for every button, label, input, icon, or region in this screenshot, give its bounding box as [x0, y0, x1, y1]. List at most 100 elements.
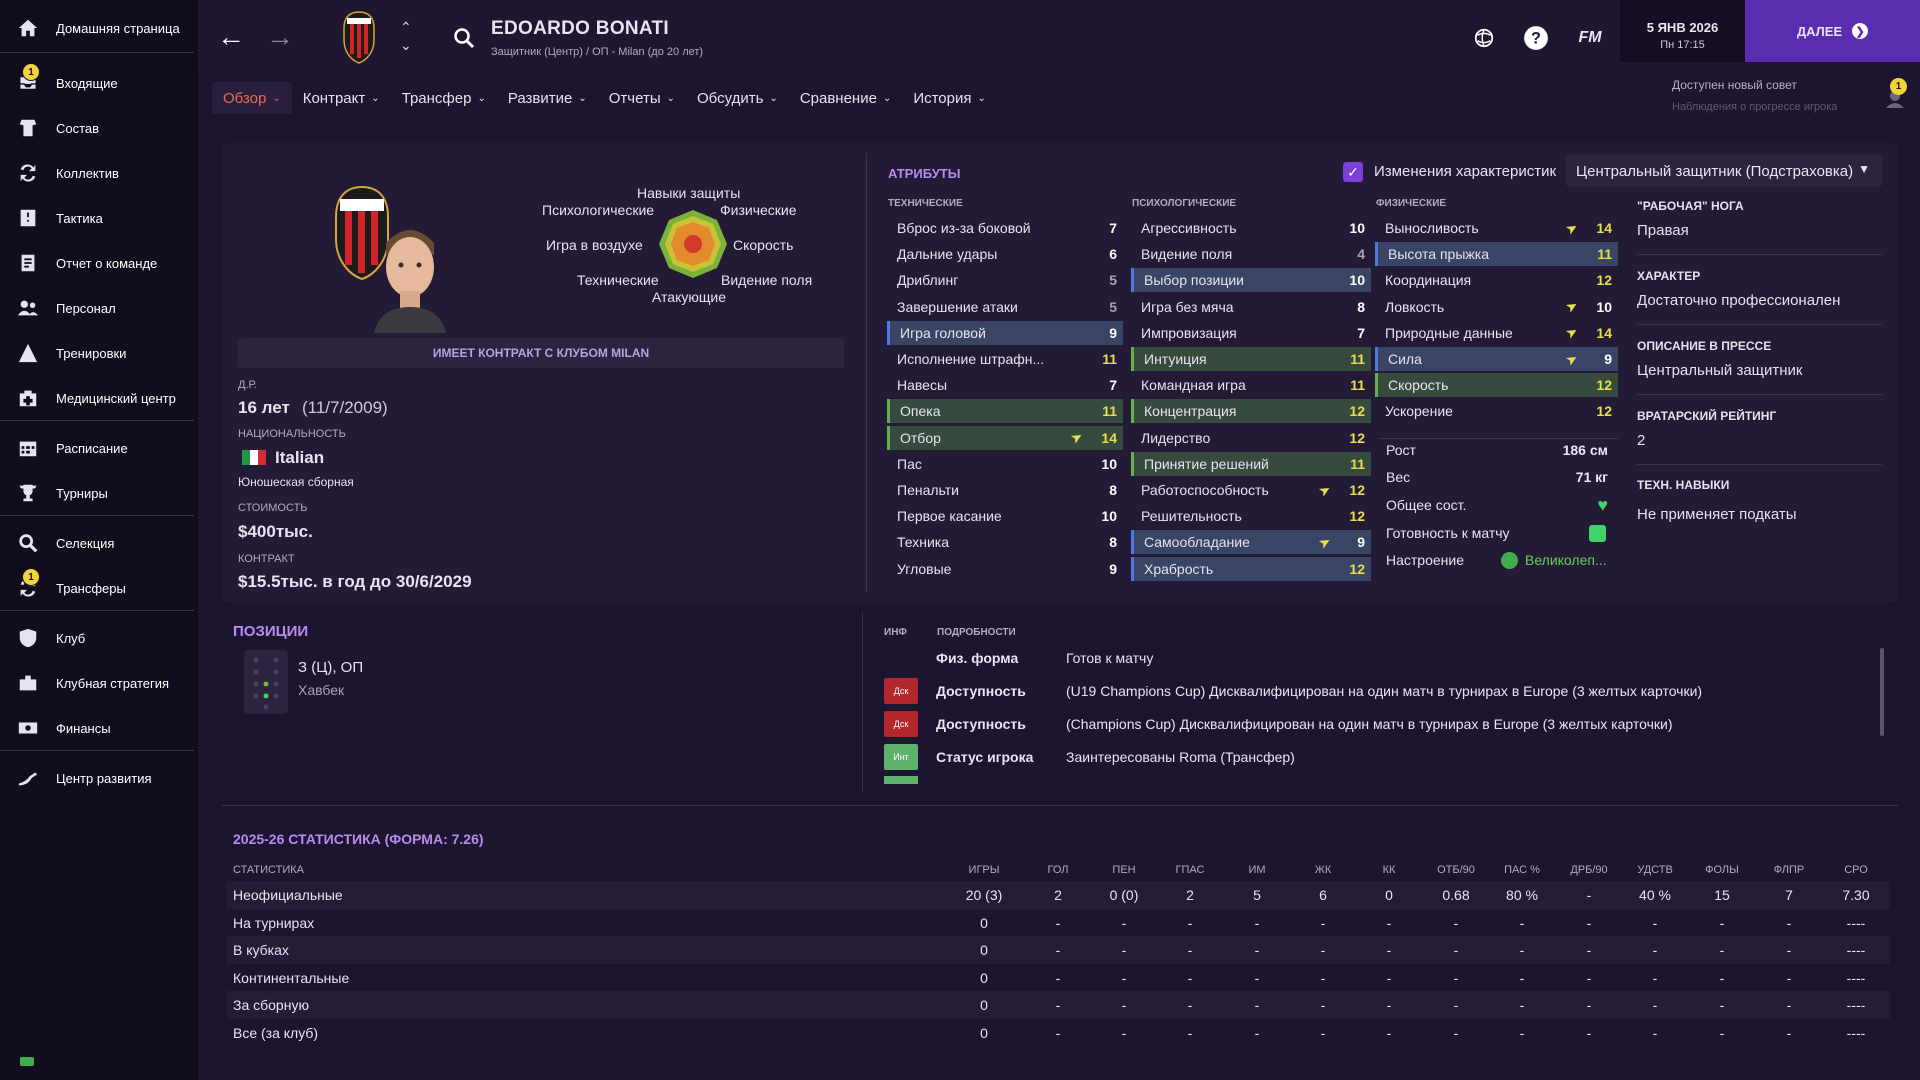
attribute-row[interactable]: Ускорение 12: [1375, 399, 1618, 423]
stats-column-header[interactable]: ФЛПР: [1759, 864, 1819, 876]
globe-icon[interactable]: [1470, 24, 1498, 52]
sidebar-item-development[interactable]: Центр развития: [0, 758, 198, 798]
attribute-row[interactable]: Принятие решений 11: [1131, 451, 1371, 476]
attribute-row[interactable]: Выносливость ➤ 14: [1375, 216, 1618, 240]
stats-column-header[interactable]: ФОЛЫ: [1692, 864, 1752, 876]
details-row[interactable]: Дск Доступность (Champions Cup) Дисквалифи…: [880, 708, 1878, 740]
stats-column-header[interactable]: ПАС %: [1492, 864, 1552, 876]
search-icon[interactable]: [452, 26, 476, 50]
sidebar-item-calendar[interactable]: Расписание: [0, 428, 198, 468]
tab-0[interactable]: Обзор ⌄: [212, 82, 292, 114]
tab-4[interactable]: Отчеты ⌄: [598, 82, 686, 114]
attribute-row[interactable]: Опека 11: [887, 399, 1123, 424]
tab-7[interactable]: История ⌄: [902, 82, 997, 114]
attribute-row[interactable]: Координация 12: [1375, 268, 1618, 292]
attribute-row[interactable]: Техника 8: [887, 530, 1123, 554]
stats-column-header[interactable]: ИГРЫ: [954, 864, 1014, 876]
sidebar-item-report[interactable]: Отчет о команде: [0, 243, 198, 283]
attribute-row[interactable]: Игра без мяча 8: [1131, 295, 1371, 319]
attribute-changes-checkbox[interactable]: ✓: [1343, 162, 1363, 182]
stats-row[interactable]: В кубках 0- - - - - - - - - - - - ----: [226, 936, 1890, 964]
stats-row[interactable]: На турнирах 0- - - - - - - - - - - - ----: [226, 909, 1890, 937]
attribute-row[interactable]: Скорость 12: [1375, 373, 1618, 398]
attribute-row[interactable]: Отбор ➤ 14: [887, 425, 1123, 450]
tab-6[interactable]: Сравнение ⌄: [789, 82, 903, 114]
attribute-row[interactable]: Агрессивность 10: [1131, 216, 1371, 240]
attribute-row[interactable]: Природные данные ➤ 14: [1375, 321, 1618, 345]
stats-column-header[interactable]: ПЕН: [1094, 864, 1154, 876]
continue-button[interactable]: ДАЛЕЕ ❯: [1745, 0, 1920, 62]
player-nationality[interactable]: Italian: [275, 448, 324, 468]
stats-column-header[interactable]: ИМ: [1227, 864, 1287, 876]
stats-column-header[interactable]: ГОЛ: [1028, 864, 1088, 876]
sidebar-item-staff[interactable]: Персонал: [0, 288, 198, 328]
stats-column-header[interactable]: КК: [1359, 864, 1419, 876]
help-icon[interactable]: ?: [1522, 24, 1550, 52]
attribute-row[interactable]: Работоспособность ➤ 12: [1131, 478, 1371, 502]
stats-column-header[interactable]: СРО: [1826, 864, 1886, 876]
attribute-row[interactable]: Ловкость ➤ 10: [1375, 295, 1618, 319]
stats-column-header[interactable]: ДРБ/90: [1559, 864, 1619, 876]
attribute-row[interactable]: Пас 10: [887, 452, 1123, 476]
advice-notice[interactable]: Доступен новый совет: [1672, 78, 1797, 92]
tab-2[interactable]: Трансфер ⌄: [391, 82, 497, 114]
attribute-row[interactable]: Лидерство 12: [1131, 426, 1371, 450]
stats-column-header[interactable]: УДСТВ: [1625, 864, 1685, 876]
attribute-row[interactable]: Командная игра 11: [1131, 373, 1371, 397]
role-dropdown[interactable]: Центральный защитник (Подстраховка) ▼: [1566, 155, 1882, 187]
tab-1[interactable]: Контракт ⌄: [292, 82, 391, 114]
details-row[interactable]: Инт Статус игрока Заинтересованы Roma (Тра…: [880, 741, 1878, 773]
advisor-icon[interactable]: 1: [1884, 78, 1907, 108]
attribute-row[interactable]: Угловые 9: [887, 557, 1123, 581]
sidebar-item-medical[interactable]: Медицинский центр: [0, 378, 198, 418]
sidebar-item-scouting[interactable]: Селекция: [0, 523, 198, 563]
sidebar-item-tactics[interactable]: Тактика: [0, 198, 198, 238]
sidebar-item-trophy[interactable]: Турниры: [0, 473, 198, 513]
tab-3[interactable]: Развитие ⌄: [497, 82, 598, 114]
sidebar-item-transfers[interactable]: 1 Трансферы: [0, 568, 198, 608]
position-pitch-icon[interactable]: [244, 650, 288, 714]
sidebar-item-strategy[interactable]: Клубная стратегия: [0, 663, 198, 703]
stats-row[interactable]: Все (за клуб) 0- - - - - - - - - - - - ----: [226, 1019, 1890, 1047]
attribute-row[interactable]: Игра головой 9: [887, 320, 1123, 345]
details-row[interactable]: Физ. форма Готов к матчу: [880, 642, 1878, 674]
sidebar-item-home[interactable]: Домашняя страница: [0, 8, 198, 48]
details-scrollbar[interactable]: [1880, 648, 1884, 736]
sidebar-item-inbox[interactable]: 1 Входящие: [0, 63, 198, 103]
sidebar-item-dynamics[interactable]: Коллектив: [0, 153, 198, 193]
stats-row[interactable]: Континентальные 0- - - - - - - - - - - - ----: [226, 964, 1890, 992]
attribute-row[interactable]: Завершение атаки 5: [887, 295, 1123, 319]
attribute-row[interactable]: Исполнение штрафн... 11: [887, 347, 1123, 371]
attribute-row[interactable]: Навесы 7: [887, 373, 1123, 397]
attribute-row[interactable]: Видение поля 4: [1131, 242, 1371, 266]
forward-arrow-icon[interactable]: →: [265, 22, 295, 52]
sidebar-item-training[interactable]: Тренировки: [0, 333, 198, 373]
sidebar-item-club[interactable]: Клуб: [0, 618, 198, 658]
attribute-row[interactable]: Самообладание ➤ 9: [1131, 530, 1371, 555]
fm-logo[interactable]: FM: [1576, 24, 1604, 52]
attribute-row[interactable]: Интуиция 11: [1131, 347, 1371, 371]
attribute-row[interactable]: Высота прыжка 11: [1375, 242, 1618, 267]
attribute-row[interactable]: Концентрация 12: [1131, 399, 1371, 424]
player-up-down-icon[interactable]: ⌃ ⌄: [400, 18, 412, 54]
attribute-row[interactable]: Дальние удары 6: [887, 242, 1123, 266]
attribute-row[interactable]: Храбрость 12: [1131, 556, 1371, 581]
attribute-row[interactable]: Решительность 12: [1131, 504, 1371, 528]
attribute-row[interactable]: Пенальти 8: [887, 478, 1123, 502]
date-box[interactable]: 5 ЯНВ 2026 Пн 17:15: [1620, 0, 1745, 62]
stats-row[interactable]: За сборную 0- - - - - - - - - - - - ----: [226, 991, 1890, 1019]
stats-column-header[interactable]: ОТБ/90: [1426, 864, 1486, 876]
attribute-row[interactable]: Выбор позиции 10: [1131, 268, 1371, 293]
tab-5[interactable]: Обсудить ⌄: [686, 82, 789, 114]
stats-row[interactable]: Неофициальные 20 (3) 2 0 (0) 2 5 6 0 0.68 80 % - 40…: [226, 881, 1890, 909]
attribute-row[interactable]: Импровизация 7: [1131, 321, 1371, 345]
sidebar-item-squad[interactable]: Состав: [0, 108, 198, 148]
attribute-row[interactable]: Сила ➤ 9: [1375, 347, 1618, 371]
stats-column-header[interactable]: ГПАС: [1160, 864, 1220, 876]
back-arrow-icon[interactable]: ←: [216, 22, 246, 52]
club-crest-icon[interactable]: [341, 10, 377, 64]
attribute-row[interactable]: Дриблинг 5: [887, 268, 1123, 292]
attribute-row[interactable]: Первое касание 10: [887, 504, 1123, 528]
sidebar-item-finances[interactable]: Финансы: [0, 708, 198, 748]
stats-column-header[interactable]: ЖК: [1293, 864, 1353, 876]
